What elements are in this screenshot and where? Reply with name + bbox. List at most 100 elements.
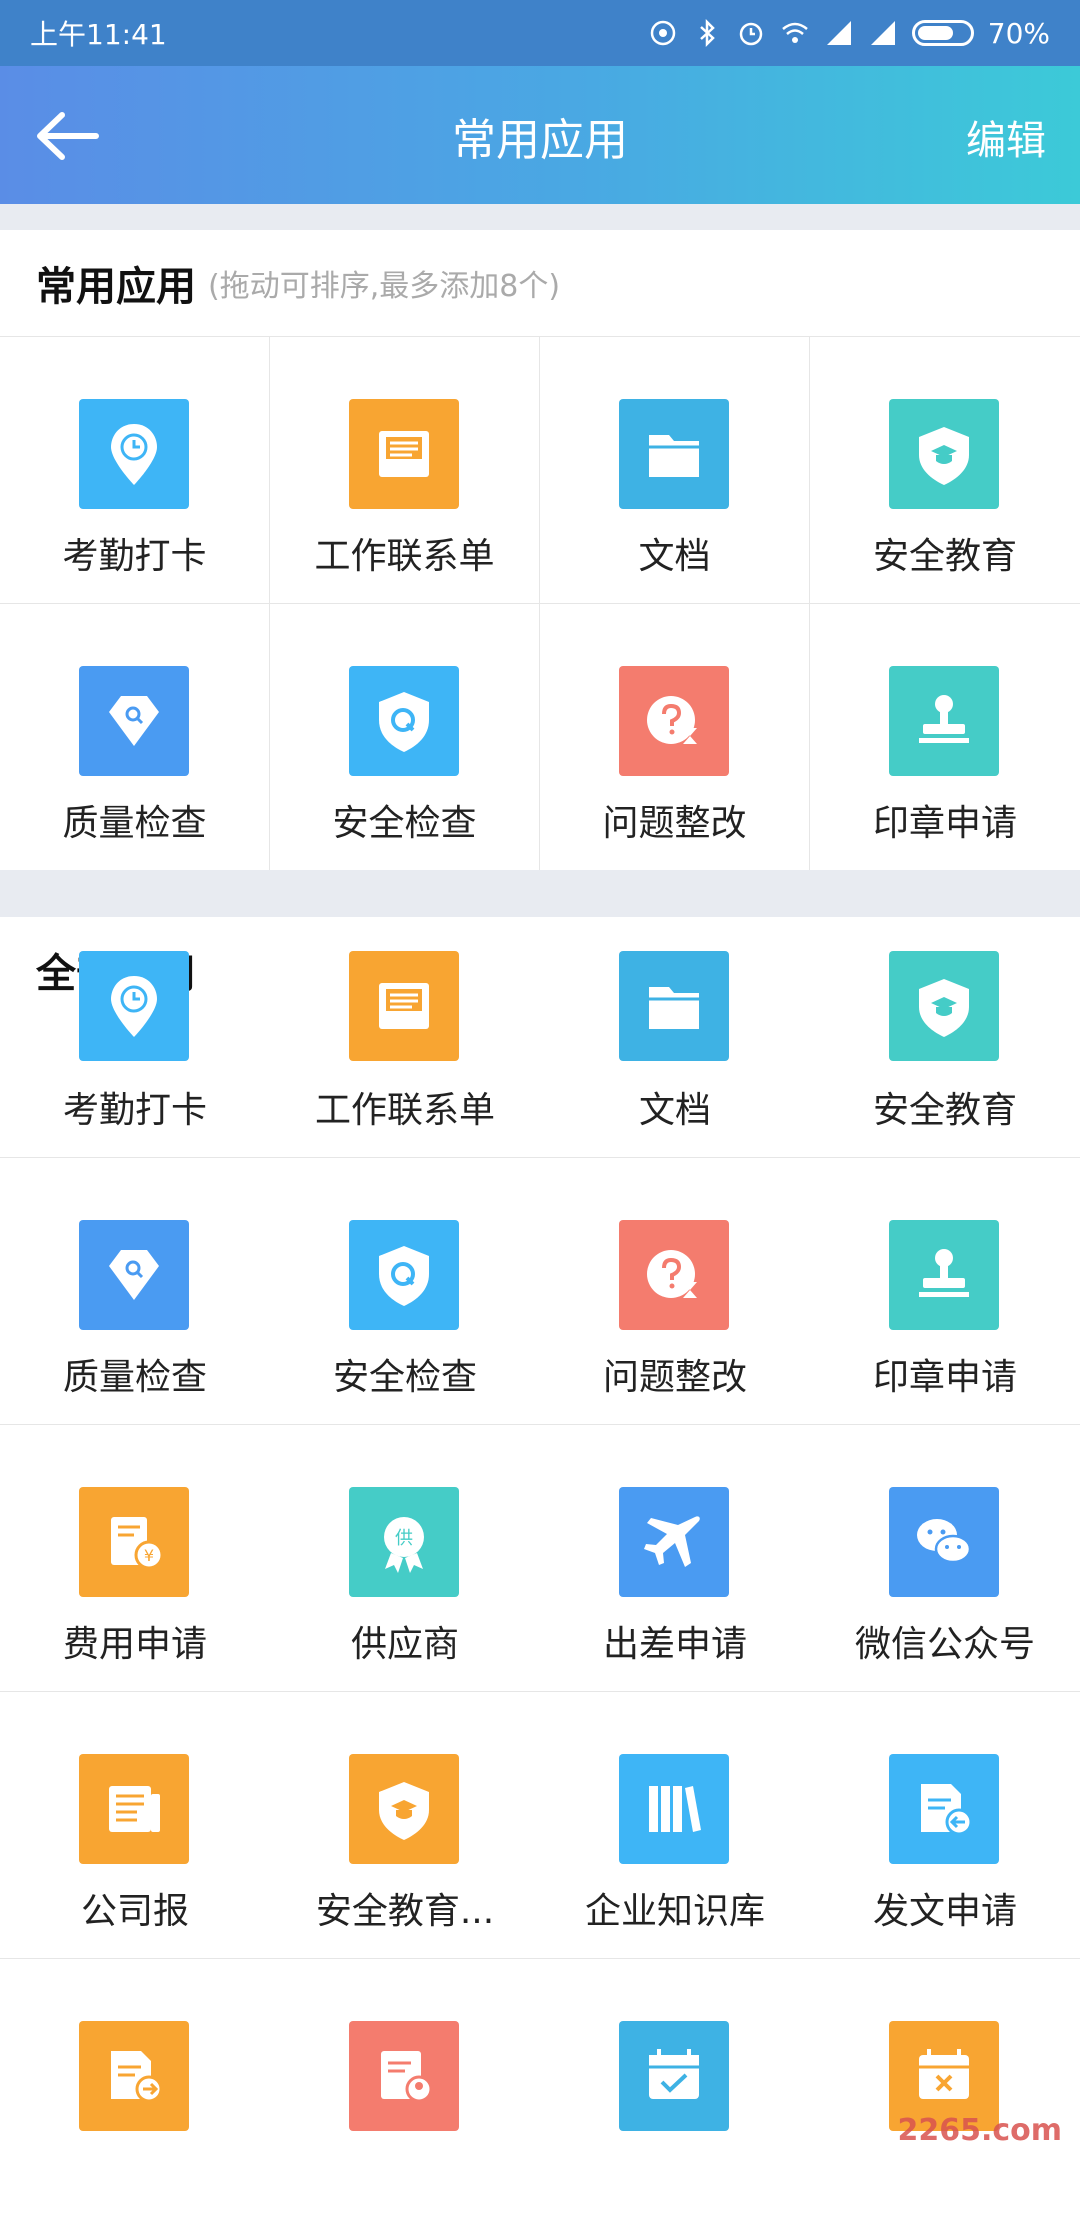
expense-icon: ¥ — [79, 1487, 189, 1597]
battery-percent: 70% — [987, 16, 1050, 50]
svg-text:¥: ¥ — [144, 1546, 154, 1565]
app-label: 质量检查 — [62, 803, 207, 844]
app-tile[interactable]: 考勤打卡 — [0, 951, 270, 1157]
status-icons: 70% — [648, 17, 1050, 50]
app-label: 考勤打卡 — [62, 1090, 207, 1131]
battery-level — [917, 26, 953, 40]
app-label: 文档 — [638, 536, 711, 577]
app-label: 工作联系单 — [314, 536, 495, 577]
signal-icon — [826, 21, 851, 45]
location-clock-icon — [79, 399, 189, 509]
app-label: 安全检查 — [332, 803, 477, 844]
calendar-check-icon — [619, 2021, 729, 2131]
location-clock-icon — [79, 951, 189, 1061]
newspaper-icon — [79, 1754, 189, 1864]
svg-text:供: 供 — [395, 1528, 413, 1549]
all-apps-grid: 质量检查 安全检查 问题整改 印章申请 ¥ 费用申请供供应商 出差申请 微信公众号 公司报 安全教… — [0, 1157, 1080, 2225]
all-apps-section: 全部应用 考勤打卡工作联系单文档安全教育 质量检查安全检查问题整改印章申请¥费用… — [0, 917, 1080, 2225]
supplier-badge-icon: 供 — [349, 1487, 459, 1597]
app-tile[interactable]: 问题整改 — [540, 1157, 810, 1424]
app-label: 微信公众号 — [854, 1624, 1035, 1665]
battery-icon — [911, 20, 974, 46]
inbox-document-icon — [349, 399, 459, 509]
status-time: 上午11:41 — [30, 18, 167, 51]
app-label: 企业知识库 — [584, 1891, 765, 1932]
stamp-icon — [889, 666, 999, 776]
page-title: 常用应用 — [452, 115, 628, 166]
folder-icon — [619, 951, 729, 1061]
app-label: 考勤打卡 — [62, 536, 207, 577]
app-tile[interactable]: 安全教育 — [810, 951, 1080, 1157]
app-tile[interactable]: 安全教育 — [810, 336, 1080, 603]
app-tile[interactable]: 文档 — [540, 951, 810, 1157]
app-tile[interactable]: 质量检查 — [0, 603, 270, 870]
hotspot-icon — [650, 20, 676, 46]
app-label: 供应商 — [350, 1624, 459, 1665]
app-tile[interactable]: 质量检查 — [0, 1157, 270, 1424]
airplane-icon — [619, 1487, 729, 1597]
question-hourglass-icon — [619, 1220, 729, 1330]
app-tile[interactable]: 安全检查 — [270, 1157, 540, 1424]
app-tile[interactable] — [0, 1958, 270, 2225]
app-header: 常用应用 编辑 — [0, 66, 1080, 204]
bluetooth-icon — [699, 18, 715, 48]
shield-graduation-icon — [889, 399, 999, 509]
app-label: 工作联系单 — [314, 1090, 495, 1131]
app-tile[interactable]: 考勤打卡 — [0, 336, 270, 603]
app-label: 出差申请 — [602, 1624, 747, 1665]
edit-button[interactable]: 编辑 — [966, 108, 1046, 166]
stamp-icon — [889, 1220, 999, 1330]
all-apps-partial-row: 考勤打卡 工作联系单 文档 安全教育 — [0, 951, 1080, 1157]
app-label: 印章申请 — [872, 803, 1017, 844]
app-tile[interactable]: 安全教育... — [270, 1691, 540, 1958]
shield-q-icon — [349, 666, 459, 776]
common-apps-header: 常用应用 (拖动可排序,最多添加8个) — [0, 230, 1080, 336]
app-label: 质量检查 — [62, 1357, 207, 1398]
app-label: 安全教育... — [315, 1891, 495, 1932]
app-tile[interactable]: 微信公众号 — [810, 1424, 1080, 1691]
document-forward-icon — [79, 2021, 189, 2131]
app-tile[interactable]: 公司报 — [0, 1691, 270, 1958]
app-label: 安全检查 — [332, 1357, 477, 1398]
app-tile[interactable]: 印章申请 — [810, 1157, 1080, 1424]
folder-icon — [619, 399, 729, 509]
signal-icon — [870, 21, 895, 45]
status-bar: 上午11:41 70% — [0, 0, 1080, 66]
app-tile[interactable]: 出差申请 — [540, 1424, 810, 1691]
app-tile[interactable]: 工作联系单 — [270, 951, 540, 1157]
section-hint: (拖动可排序,最多添加8个) — [208, 269, 561, 304]
app-tile[interactable] — [270, 1958, 540, 2225]
alarm-icon — [739, 22, 763, 46]
app-tile[interactable]: 发文申请 — [810, 1691, 1080, 1958]
app-tile[interactable]: 印章申请 — [810, 603, 1080, 870]
watermark: 2265.com — [897, 2113, 1062, 2148]
gem-search-icon — [79, 1220, 189, 1330]
app-tile[interactable]: ¥ 费用申请 — [0, 1424, 270, 1691]
common-apps-grid: 考勤打卡 工作联系单 文档 安全教育质量检查 安全检查 问题整改 印章申请 — [0, 336, 1080, 870]
document-person-icon — [349, 2021, 459, 2131]
document-send-icon — [889, 1754, 999, 1864]
app-label: 安全教育 — [872, 1090, 1017, 1131]
wifi-icon — [781, 22, 808, 43]
app-label: 安全教育 — [872, 536, 1017, 577]
app-tile[interactable] — [810, 1958, 1080, 2225]
app-label: 费用申请 — [62, 1624, 207, 1665]
gem-search-icon — [79, 666, 189, 776]
wechat-icon — [889, 1487, 999, 1597]
shield-q-icon — [349, 1220, 459, 1330]
app-label: 印章申请 — [872, 1357, 1017, 1398]
app-label: 问题整改 — [602, 1357, 747, 1398]
app-tile[interactable]: 企业知识库 — [540, 1691, 810, 1958]
app-tile[interactable]: 工作联系单 — [270, 336, 540, 603]
app-tile[interactable]: 供供应商 — [270, 1424, 540, 1691]
app-tile[interactable] — [540, 1958, 810, 2225]
common-apps-section: 常用应用 (拖动可排序,最多添加8个) 考勤打卡 工作联系单 文档 安全教育质量检查 安… — [0, 230, 1080, 870]
section-title: 常用应用 — [36, 264, 196, 310]
app-label: 公司报 — [80, 1891, 189, 1932]
app-tile[interactable]: 安全检查 — [270, 603, 540, 870]
app-tile[interactable]: 问题整改 — [540, 603, 810, 870]
app-tile[interactable]: 文档 — [540, 336, 810, 603]
app-label: 文档 — [638, 1090, 711, 1131]
inbox-document-icon — [349, 951, 459, 1061]
question-hourglass-icon — [619, 666, 729, 776]
